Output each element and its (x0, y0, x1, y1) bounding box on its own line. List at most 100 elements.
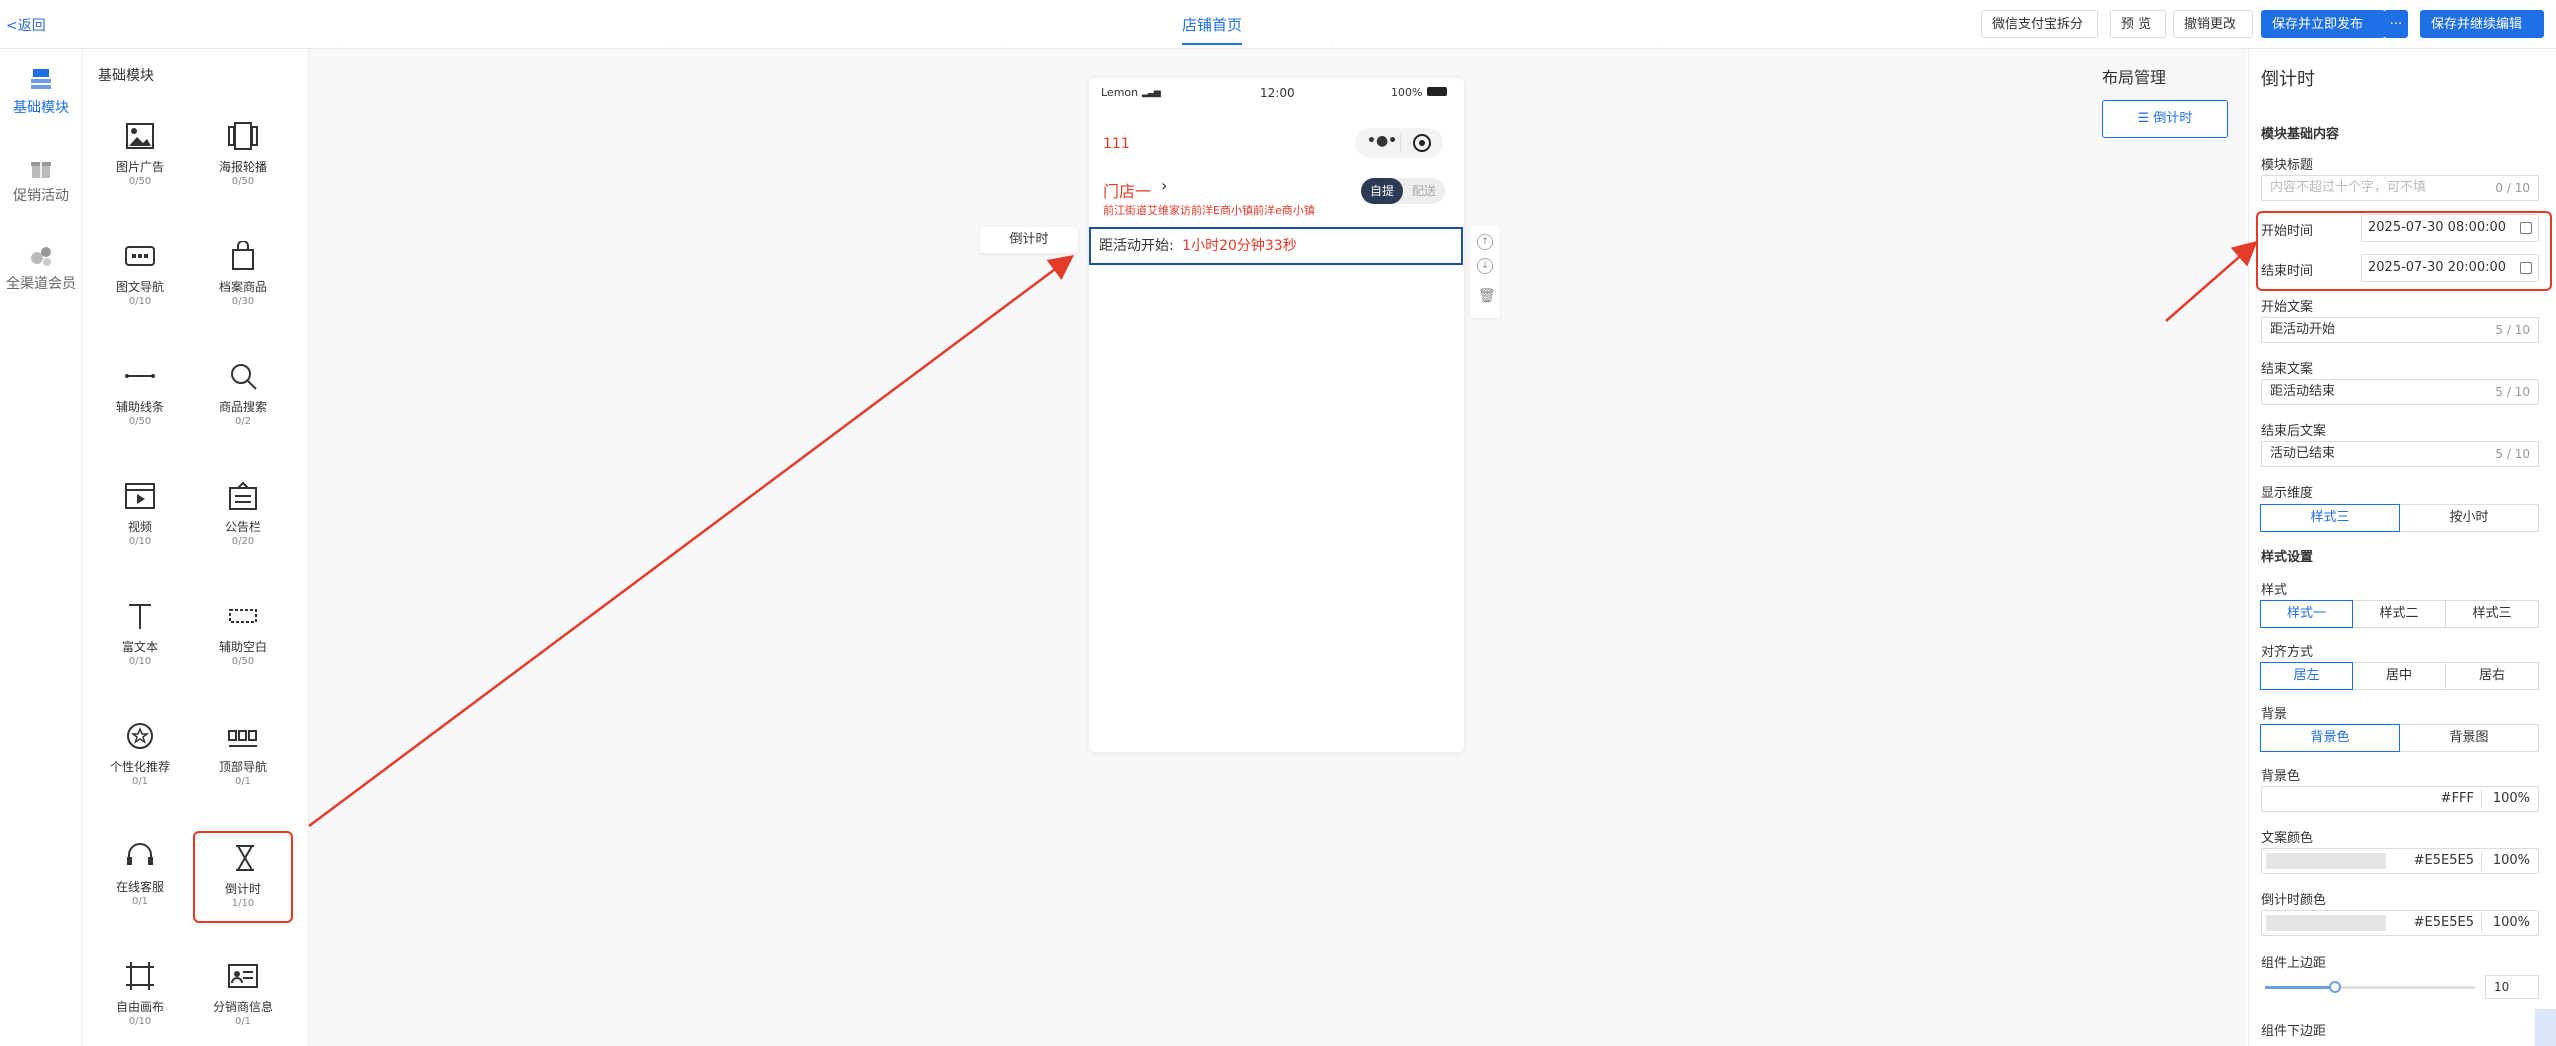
feedback-icon[interactable] (2535, 1009, 2556, 1046)
module-label: 自由画布 (115, 1000, 164, 1014)
carousel-icon (228, 122, 258, 150)
module-title-input[interactable]: 内容不超过十个字，可不填 0 / 10 (2261, 175, 2539, 201)
nav-item-label: 全渠道会员 (6, 276, 76, 292)
module-tile[interactable]: 辅助空白 0/50 (193, 591, 293, 683)
preview-button[interactable]: 预 览 (2110, 10, 2166, 38)
module-tile[interactable]: 倒计时 1/10 (193, 831, 293, 923)
list-icon: ☰ (2137, 111, 2150, 126)
nav-item-promotions[interactable]: 促销活动 (0, 157, 82, 205)
hourglass-icon (236, 845, 254, 871)
pickup-delivery-toggle[interactable]: 自提 配送 (1361, 178, 1445, 204)
dimension-label: 显示维度 (2261, 486, 2314, 501)
start-text-input[interactable]: 距活动开始 5 / 10 (2261, 317, 2539, 343)
after-text-input[interactable]: 活动已结束 5 / 10 (2261, 441, 2539, 467)
delivery-option[interactable]: 配送 (1403, 178, 1445, 204)
carrier-label: Lemon (1101, 86, 1139, 99)
countdown-component[interactable]: 距活动开始: 1小时20分钟33秒 (1089, 227, 1463, 265)
module-tile[interactable]: 海报轮播 0/50 (193, 111, 293, 203)
bottom-margin-label: 组件下边距 (2261, 1024, 2327, 1039)
more-options-button[interactable]: ··· (2384, 10, 2408, 38)
top-bar: <返回 店铺首页 微信支付宝拆分 预 览 撤销更改 保存并立即发布 ··· 保存… (0, 0, 2556, 49)
module-tile[interactable]: 分销商信息 0/1 (193, 951, 293, 1043)
module-label: 公告栏 (224, 520, 261, 534)
tab-store-home[interactable]: 店铺首页 (1182, 14, 1243, 45)
char-count: 0 / 10 (2495, 181, 2530, 195)
module-tile[interactable]: 商品搜索 0/2 (193, 351, 293, 443)
module-tile[interactable]: 在线客服 0/1 (90, 831, 190, 923)
module-count: 0/10 (128, 536, 152, 547)
module-tile[interactable]: 公告栏 0/20 (193, 471, 293, 563)
module-count: 0/1 (234, 776, 252, 787)
style-option[interactable]: 样式二 (2352, 600, 2446, 628)
move-down-icon[interactable]: ↓ (1477, 258, 1493, 274)
align-option[interactable]: 居右 (2445, 662, 2539, 690)
style-section-title: 样式设置 (2261, 550, 2314, 565)
top-margin-input[interactable]: 10 (2485, 975, 2539, 999)
module-tile[interactable]: 图片广告 0/50 (90, 111, 190, 203)
save-continue-button[interactable]: 保存并继续编辑 (2420, 10, 2544, 38)
back-link[interactable]: <返回 (6, 15, 46, 35)
store-name[interactable]: 门店一 (1103, 178, 1151, 202)
delete-icon[interactable]: 🗑 (1478, 288, 1496, 304)
undo-changes-button[interactable]: 撤销更改 (2173, 10, 2253, 38)
module-count: 0/10 (128, 656, 152, 667)
module-count: 0/50 (128, 416, 152, 427)
module-label: 个性化推荐 (109, 760, 170, 774)
after-text-label: 结束后文案 (2261, 424, 2327, 439)
notice-icon (229, 481, 257, 510)
bag-icon (232, 241, 254, 270)
style-option[interactable]: 样式一 (2260, 600, 2353, 628)
nav-dots-icon (125, 246, 155, 266)
save-publish-button[interactable]: 保存并立即发布 (2261, 10, 2385, 38)
style-option[interactable]: 样式三 (2445, 600, 2539, 628)
module-count: 0/50 (128, 176, 152, 187)
module-tile[interactable]: 辅助线条 0/50 (90, 351, 190, 443)
module-tile[interactable]: 富文本 0/10 (90, 591, 190, 683)
char-count: 5 / 10 (2495, 385, 2530, 399)
dimension-option[interactable]: 样式三 (2260, 504, 2400, 532)
module-tile[interactable]: 自由画布 0/10 (90, 951, 190, 1043)
nav-item-label: 基础模块 (13, 100, 69, 116)
settings-title: 倒计时 (2261, 69, 2315, 90)
cd-color-label: 倒计时颜色 (2261, 893, 2327, 908)
align-option[interactable]: 居中 (2352, 662, 2446, 690)
layout-item-countdown[interactable]: ☰ 倒计时 (2102, 100, 2228, 138)
nav-item-basic-modules[interactable]: 基础模块 (0, 69, 82, 117)
text-color-picker[interactable]: #E5E5E5 100% (2261, 848, 2539, 874)
grid-blocks-icon (31, 69, 51, 89)
layout-item-label: 倒计时 (2153, 111, 2193, 126)
module-count: 0/20 (231, 536, 255, 547)
slider-handle[interactable] (2329, 981, 2341, 993)
dimension-option[interactable]: 按小时 (2399, 504, 2539, 532)
bg-option[interactable]: 背景色 (2260, 724, 2400, 752)
top-margin-slider[interactable] (2265, 981, 2475, 993)
module-label: 档案商品 (218, 280, 267, 294)
more-dots-icon[interactable]: •●• (1367, 133, 1397, 149)
layout-manager-title: 布局管理 (2102, 68, 2167, 87)
align-segment: 居左 居中 居右 (2260, 662, 2539, 690)
image-icon (126, 123, 154, 149)
bg-color-label: 背景色 (2261, 769, 2301, 784)
pickup-option[interactable]: 自提 (1361, 178, 1403, 204)
nav-item-members[interactable]: 全渠道会员 (0, 245, 82, 293)
phone-preview: Lemon ▂▃▅ 12:00 100% 111 •●• 门店一 › 前江街道艾… (1089, 78, 1464, 752)
module-tile[interactable]: 档案商品 0/30 (193, 231, 293, 323)
countdown-color-picker[interactable]: #E5E5E5 100% (2261, 910, 2539, 936)
headset-icon (127, 843, 153, 865)
bg-color-picker[interactable]: #FFF 100% (2261, 786, 2539, 812)
align-option[interactable]: 居左 (2260, 662, 2353, 690)
move-up-icon[interactable]: ↑ (1477, 234, 1493, 250)
wechat-alipay-split-button[interactable]: 微信支付宝拆分 (1981, 10, 2098, 38)
bg-option[interactable]: 背景图 (2399, 724, 2539, 752)
module-label: 在线客服 (115, 880, 164, 894)
color-swatch (2266, 915, 2386, 931)
close-circle-icon[interactable] (1413, 134, 1431, 152)
module-tile[interactable]: 图文导航 0/10 (90, 231, 190, 323)
module-tile[interactable]: 视频 0/10 (90, 471, 190, 563)
battery-icon (1427, 87, 1447, 96)
module-count: 0/1 (131, 896, 149, 907)
module-tile[interactable]: 顶部导航 0/1 (193, 711, 293, 803)
end-text-input[interactable]: 距活动结束 5 / 10 (2261, 379, 2539, 405)
char-count: 5 / 10 (2495, 323, 2530, 337)
module-tile[interactable]: 个性化推荐 0/1 (90, 711, 190, 803)
